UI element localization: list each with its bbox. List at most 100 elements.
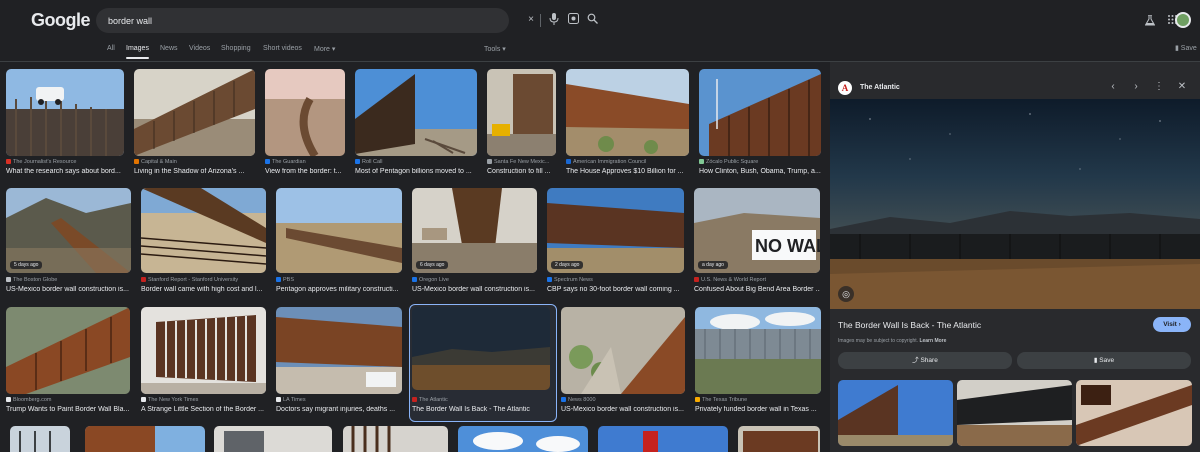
result-thumbnail[interactable] bbox=[141, 307, 266, 394]
result-thumbnail[interactable] bbox=[276, 307, 402, 394]
result-thumbnail[interactable] bbox=[265, 69, 345, 156]
account-avatar[interactable] bbox=[1175, 12, 1191, 28]
result-source: Zócalo Public Square bbox=[699, 159, 821, 165]
result-thumbnail[interactable] bbox=[412, 307, 550, 390]
result-title[interactable]: Trump Wants to Paint Border Wall Bla... bbox=[6, 406, 130, 413]
result-source: The New York Times bbox=[141, 397, 266, 403]
tab-news[interactable]: News bbox=[160, 45, 178, 52]
result-title[interactable]: Border wall came with high cost and l... bbox=[141, 286, 266, 293]
result-title[interactable]: Living in the Shadow of Arizona's ... bbox=[134, 168, 255, 175]
result-thumbnail[interactable] bbox=[695, 307, 821, 394]
result-source: U.S. News & World Report bbox=[694, 277, 820, 283]
tab-more[interactable]: More ▾ bbox=[314, 45, 335, 53]
recency-badge: 5 days ago bbox=[10, 261, 43, 269]
result-source: The Guardian bbox=[265, 159, 345, 165]
previous-icon[interactable]: ‹ bbox=[1106, 81, 1120, 92]
next-icon[interactable]: › bbox=[1129, 81, 1143, 92]
google-images-app: Google × All Images News Videos Shopping… bbox=[0, 0, 1200, 452]
result-title[interactable]: CBP says no 30-foot border wall coming .… bbox=[547, 286, 684, 293]
copyright-notice: Images may be subject to copyright. Lear… bbox=[838, 338, 947, 344]
result-thumbnail[interactable] bbox=[343, 426, 448, 452]
result-source: American Immigration Council bbox=[566, 159, 689, 165]
result-title[interactable]: US-Mexico border wall construction is... bbox=[412, 286, 537, 293]
search-bar[interactable]: × bbox=[96, 8, 598, 33]
result-thumbnail[interactable] bbox=[85, 426, 205, 452]
panel-image-title[interactable]: The Border Wall Is Back - The Atlantic bbox=[838, 320, 981, 330]
result-title[interactable]: Pentagon approves military constructi... bbox=[276, 286, 402, 293]
result-thumbnail[interactable]: 5 days ago bbox=[6, 188, 131, 273]
more-options-icon[interactable]: ⋮ bbox=[1152, 81, 1166, 92]
google-logo[interactable]: Google bbox=[31, 10, 91, 31]
result-thumbnail[interactable] bbox=[134, 69, 255, 156]
header: Google × All Images News Videos Shopping… bbox=[0, 0, 1200, 62]
close-icon[interactable]: ✕ bbox=[1175, 81, 1189, 92]
result-source: Oregon Live bbox=[412, 277, 537, 283]
result-title[interactable]: Construction to fill ... bbox=[487, 168, 556, 175]
result-title[interactable]: Confused About Big Bend Area Border ... bbox=[694, 286, 820, 293]
result-title[interactable]: How Clinton, Bush, Obama, Trump, a... bbox=[699, 168, 821, 175]
result-source: Spectrum News bbox=[547, 277, 684, 283]
clear-icon[interactable]: × bbox=[524, 13, 538, 27]
result-thumbnail[interactable] bbox=[276, 188, 402, 273]
result-thumbnail[interactable] bbox=[487, 69, 556, 156]
result-thumbnail[interactable]: 2 days ago bbox=[547, 188, 684, 273]
result-title[interactable]: US-Mexico border wall construction is... bbox=[6, 286, 131, 293]
image-results-grid: The Journalist's Resource What the resea… bbox=[0, 63, 828, 452]
result-thumbnail[interactable] bbox=[458, 426, 588, 452]
result-title[interactable]: Most of Pentagon billions moved to ... bbox=[355, 168, 477, 175]
result-title[interactable]: US-Mexico border wall construction is... bbox=[561, 406, 685, 413]
result-source: The Boston Globe bbox=[6, 277, 131, 283]
related-image[interactable] bbox=[838, 380, 953, 446]
tab-all[interactable]: All bbox=[107, 45, 115, 52]
search-input[interactable] bbox=[108, 14, 408, 28]
result-title[interactable]: Privately funded border wall in Texas ..… bbox=[695, 406, 821, 413]
related-image[interactable] bbox=[957, 380, 1072, 446]
tab-videos[interactable]: Videos bbox=[189, 45, 210, 52]
share-button[interactable]: ⤴ Share bbox=[838, 352, 1012, 369]
result-thumbnail[interactable] bbox=[566, 69, 689, 156]
result-title[interactable]: The House Approves $10 Billion for ... bbox=[566, 168, 689, 175]
result-thumbnail[interactable] bbox=[6, 307, 130, 394]
result-thumbnail[interactable] bbox=[141, 188, 266, 273]
mic-icon[interactable] bbox=[547, 13, 561, 27]
labs-icon[interactable] bbox=[1144, 14, 1156, 29]
result-source: Santa Fe New Mexic... bbox=[487, 159, 556, 165]
result-title[interactable]: A Strange Little Section of the Border .… bbox=[141, 406, 266, 413]
result-title[interactable]: View from the border: t... bbox=[265, 168, 345, 175]
result-thumbnail[interactable] bbox=[10, 426, 70, 452]
result-title[interactable]: Doctors say migrant injuries, deaths ... bbox=[276, 406, 402, 413]
visit-button[interactable]: Visit › bbox=[1153, 317, 1191, 332]
tools-button[interactable]: Tools ▾ bbox=[484, 45, 506, 53]
svg-text:NO WALL: NO WALL bbox=[755, 236, 820, 256]
search-icon[interactable] bbox=[585, 13, 599, 27]
tab-images[interactable]: Images bbox=[126, 45, 149, 52]
related-image[interactable] bbox=[1076, 380, 1192, 446]
recency-badge: 6 days ago bbox=[416, 261, 449, 269]
panel-source-name[interactable]: The Atlantic bbox=[860, 84, 900, 91]
active-tab-indicator bbox=[126, 57, 149, 59]
result-thumbnail[interactable] bbox=[699, 69, 821, 156]
saved-button[interactable]: ▮ Save bbox=[1175, 44, 1197, 52]
result-source: The Texas Tribune bbox=[695, 397, 821, 403]
result-thumbnail[interactable] bbox=[738, 426, 820, 452]
result-title[interactable]: What the research says about bord... bbox=[6, 168, 124, 175]
source-logo: A bbox=[838, 81, 852, 95]
result-thumbnail[interactable] bbox=[561, 307, 685, 394]
result-thumbnail[interactable] bbox=[214, 426, 332, 452]
tab-short-videos[interactable]: Short videos bbox=[263, 45, 302, 52]
result-thumbnail[interactable] bbox=[6, 69, 124, 156]
result-thumbnail[interactable]: 6 days ago bbox=[412, 188, 537, 273]
tab-shopping[interactable]: Shopping bbox=[221, 45, 251, 52]
result-thumbnail[interactable] bbox=[355, 69, 477, 156]
result-title[interactable]: The Border Wall Is Back - The Atlantic bbox=[412, 406, 550, 413]
result-thumbnail[interactable]: NO WALL a day ago bbox=[694, 188, 820, 273]
result-source: The Journalist's Resource bbox=[6, 159, 124, 165]
preview-image[interactable] bbox=[830, 99, 1200, 309]
search-divider bbox=[540, 14, 541, 27]
learn-more-link[interactable]: Learn More bbox=[919, 338, 946, 344]
lens-search-icon[interactable]: ◎ bbox=[838, 286, 854, 302]
save-button[interactable]: ▮ Save bbox=[1017, 352, 1191, 369]
camera-lens-icon[interactable] bbox=[566, 13, 580, 27]
result-thumbnail[interactable] bbox=[598, 426, 728, 452]
bookmark-icon: ▮ bbox=[1093, 357, 1098, 364]
